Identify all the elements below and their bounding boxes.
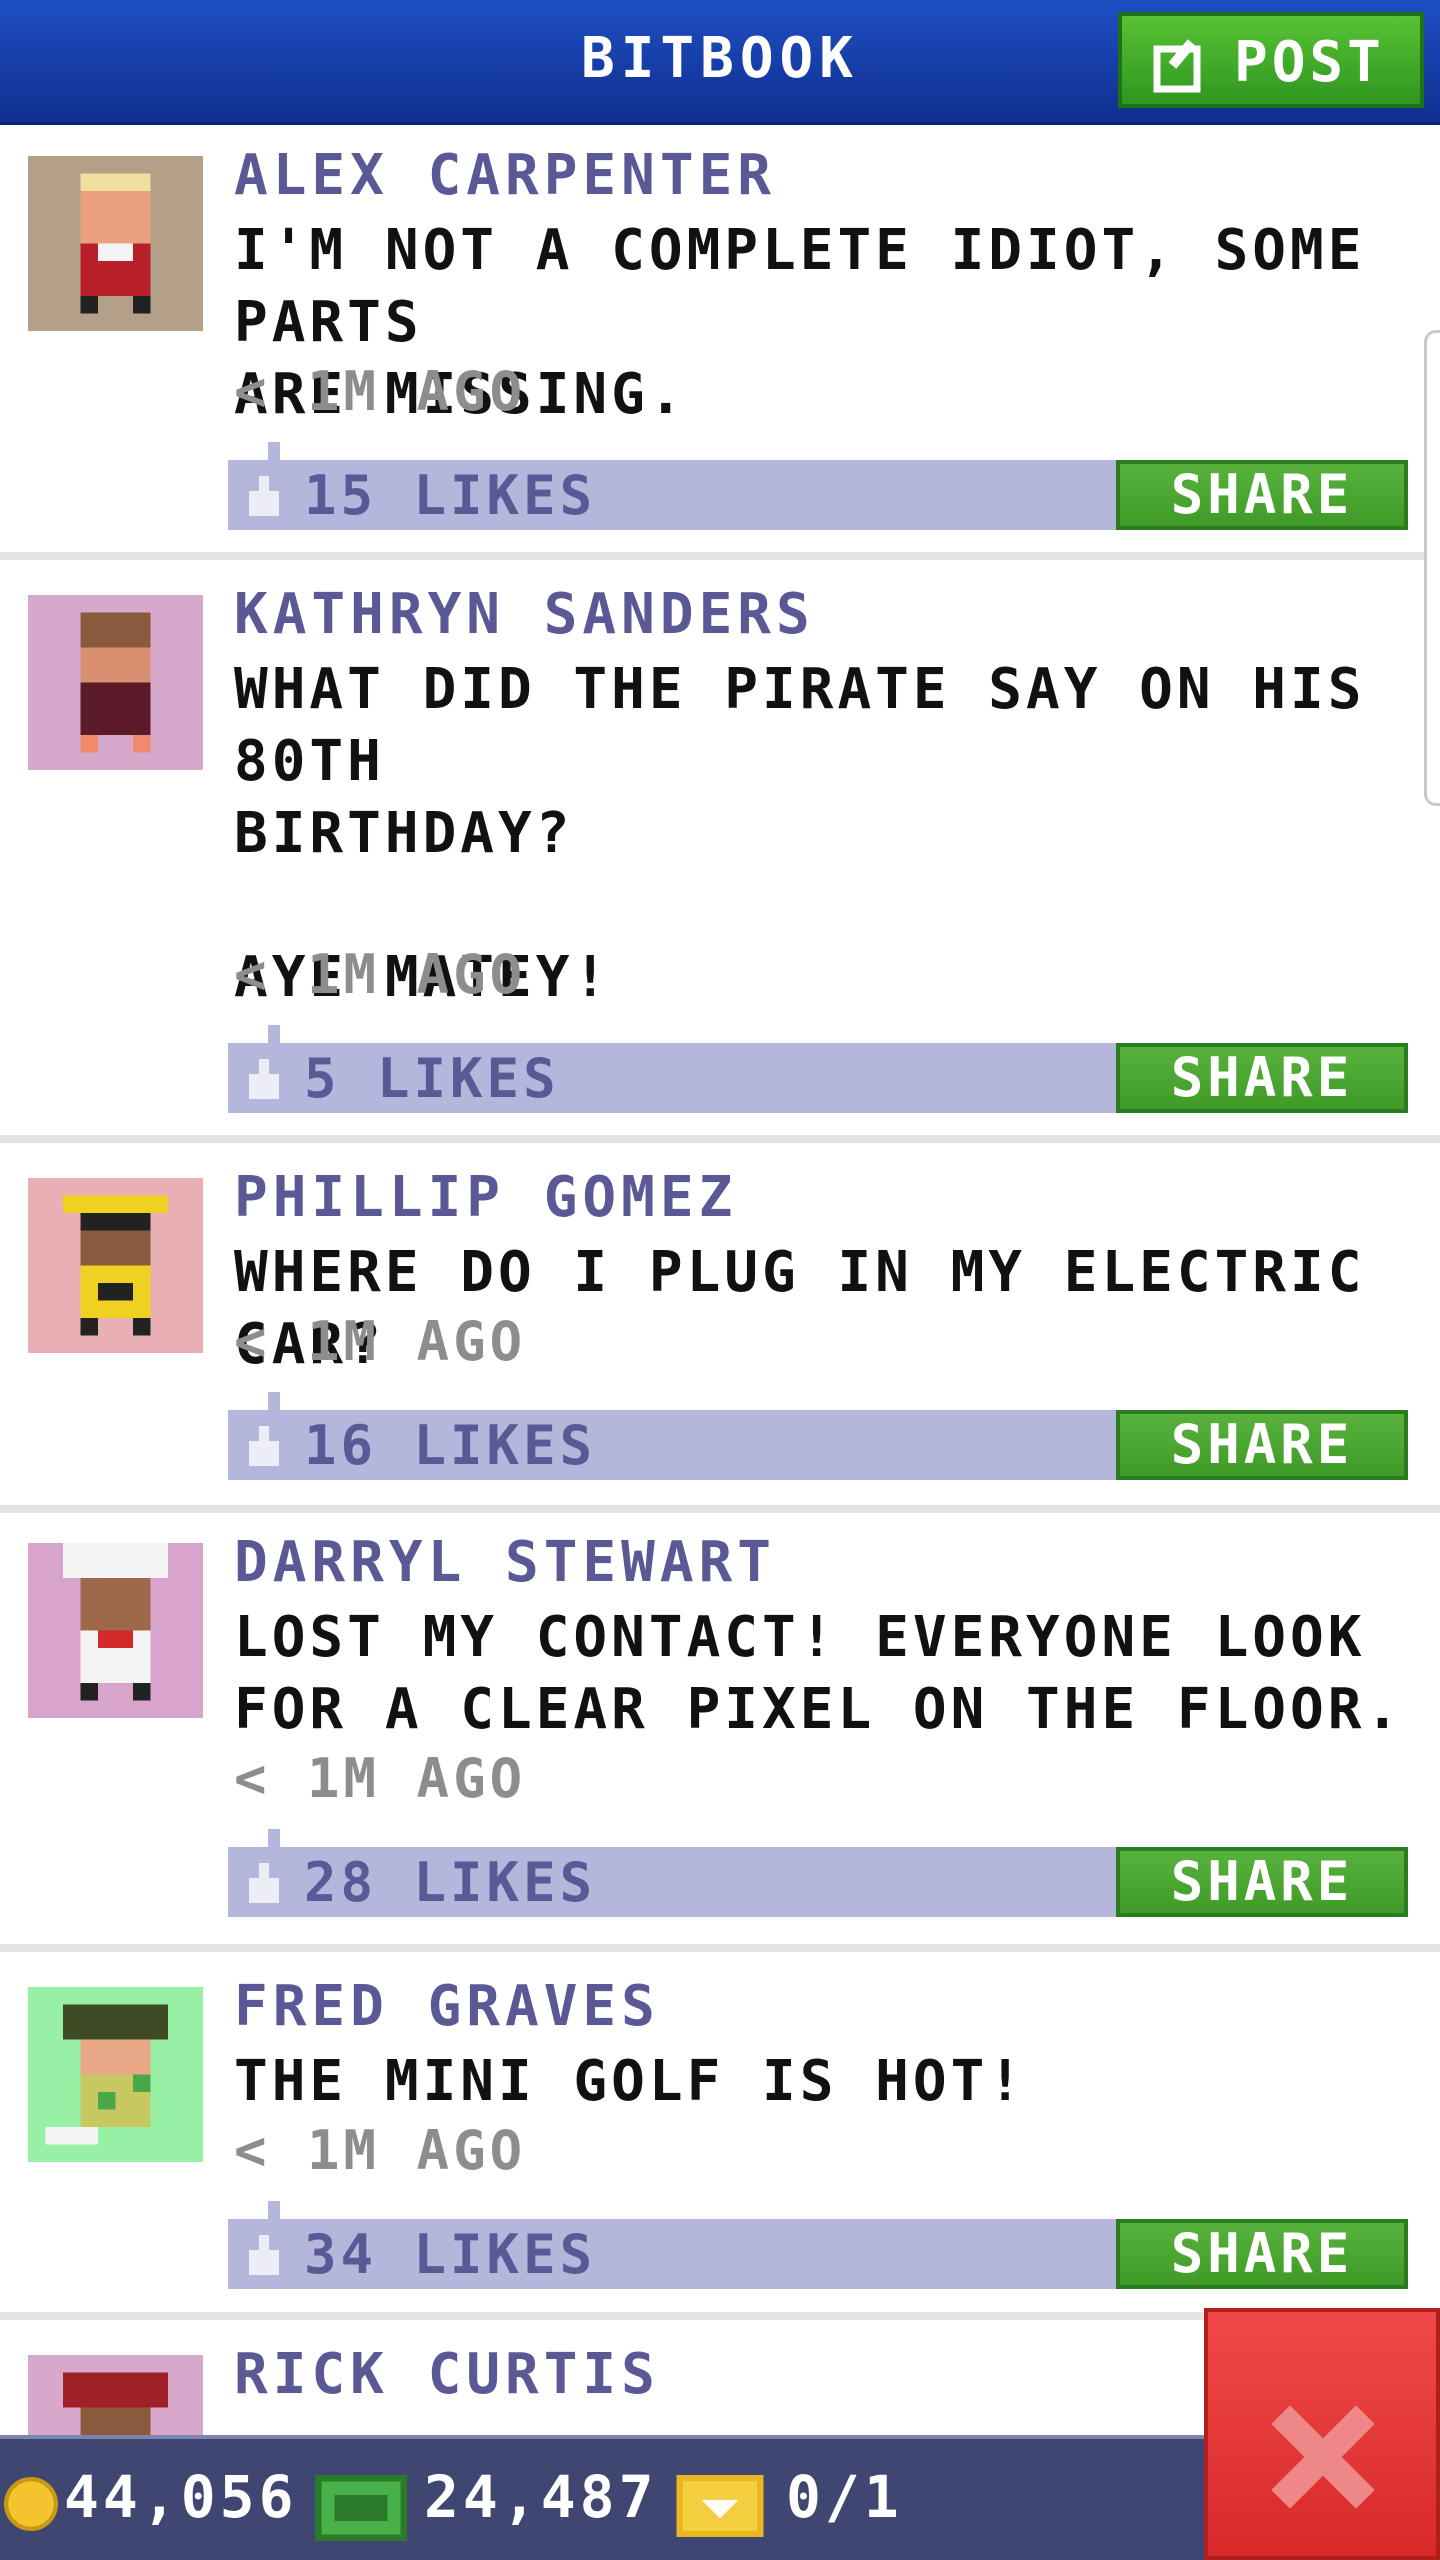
scroll-indicator[interactable] [1424,330,1440,806]
post-time: < 1M AGO [234,1747,527,1810]
share-button[interactable]: SHARE [1116,1410,1408,1480]
thumbs-up-icon[interactable] [244,1863,284,1903]
feed[interactable]: ALEX CARPENTER I'M NOT A COMPLETE IDIOT,… [0,125,1440,2435]
share-button[interactable]: SHARE [1116,2219,1408,2289]
post-author[interactable]: RICK CURTIS [234,2342,660,2407]
post-text: THE MINI GOLF IS HOT! [234,2049,1027,2114]
like-count: 28 LIKES [304,1851,597,1914]
feed-post: PHILLIP GOMEZ WHERE DO I PLUG IN MY ELEC… [0,1143,1440,1513]
post-text: LOST MY CONTACT! EVERYONE LOOK FOR A CLE… [234,1605,1404,1742]
like-bar-nub [268,1829,280,1847]
post-label: POST [1234,30,1385,95]
post-divider [0,552,1440,560]
bux-count: 24,487 [424,2463,658,2531]
feed-post: FRED GRAVES THE MINI GOLF IS HOT! < 1M A… [0,1952,1440,2320]
coin-icon [4,2477,58,2531]
post-author[interactable]: ALEX CARPENTER [234,143,776,208]
share-button[interactable]: SHARE [1116,460,1408,530]
feed-post: DARRYL STEWART LOST MY CONTACT! EVERYONE… [0,1513,1440,1952]
post-button[interactable]: POST [1118,12,1424,108]
like-bar-nub [268,1025,280,1043]
feed-post: ALEX CARPENTER I'M NOT A COMPLETE IDIOT,… [0,125,1440,560]
like-count: 5 LIKES [304,1047,560,1110]
like-bar: 34 LIKES SHARE [228,2201,1408,2289]
close-button[interactable] [1204,2308,1440,2560]
avatar [28,2355,203,2435]
like-count: 15 LIKES [304,464,597,527]
thumbs-up-icon[interactable] [244,1426,284,1466]
close-icon [1271,2405,1375,2509]
feed-post: KATHRYN SANDERS WHAT DID THE PIRATE SAY … [0,560,1440,1143]
post-author[interactable]: DARRYL STEWART [234,1530,776,1595]
edit-icon [1153,39,1201,93]
top-bar: BITBOOK POST [0,0,1440,125]
avatar [28,1543,203,1718]
share-button[interactable]: SHARE [1116,1847,1408,1917]
post-time: < 1M AGO [234,1310,527,1373]
post-divider [0,1505,1440,1513]
like-bar-nub [268,2201,280,2219]
like-bar: 15 LIKES SHARE [228,442,1408,530]
avatar [28,1987,203,2162]
post-time: < 1M AGO [234,943,527,1006]
like-count: 34 LIKES [304,2223,597,2286]
post-author[interactable]: KATHRYN SANDERS [234,582,815,647]
like-count: 16 LIKES [304,1414,597,1477]
thumbs-up-icon[interactable] [244,476,284,516]
avatar [28,595,203,770]
post-author[interactable]: PHILLIP GOMEZ [234,1165,737,1230]
ticket-count: 0/1 [786,2463,903,2531]
ticket-icon [676,2475,764,2537]
like-bar: 28 LIKES SHARE [228,1829,1408,1917]
like-bar-nub [268,1392,280,1410]
share-button[interactable]: SHARE [1116,1043,1408,1113]
like-bar: 16 LIKES SHARE [228,1392,1408,1480]
avatar [28,1178,203,1353]
like-bar: 5 LIKES SHARE [228,1025,1408,1113]
post-divider [0,1944,1440,1952]
coin-count: 44,056 [64,2463,298,2531]
post-author[interactable]: FRED GRAVES [234,1974,660,2039]
thumbs-up-icon[interactable] [244,1059,284,1099]
post-divider [0,1135,1440,1143]
post-time: < 1M AGO [234,2119,527,2182]
bux-icon [314,2475,408,2541]
like-bar-nub [268,442,280,460]
avatar [28,156,203,331]
post-time: < 1M AGO [234,360,527,423]
thumbs-up-icon[interactable] [244,2235,284,2275]
